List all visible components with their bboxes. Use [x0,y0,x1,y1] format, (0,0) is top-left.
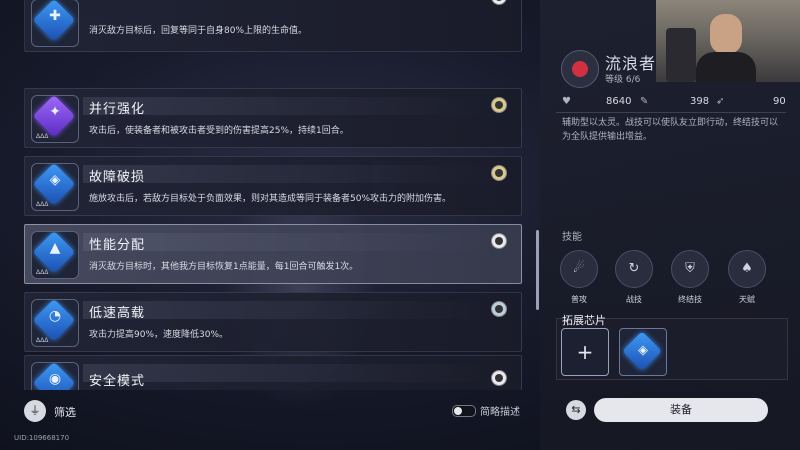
skill-ultimate[interactable]: ⛨ 终结技 [670,250,710,305]
chip-badge-icon [491,165,507,181]
chip-name: 并行强化 [89,102,146,117]
skill-battle-skill[interactable]: ↻ 战技 [614,250,654,305]
skill-talent[interactable]: ♠ 天赋 [727,250,767,305]
chip-blue-icon: ◈ ΔΔΔ [31,163,79,211]
hp-value: 8640 [606,96,632,107]
uid-text: UID:109668170 [14,434,70,442]
chip-desc: 攻击力提高90%，速度降低30%。 [89,330,229,340]
chip-card[interactable]: ◔ ΔΔΔ 低速高载 攻击力提高90%，速度降低30%。 [24,292,522,352]
brief-description-toggle[interactable] [452,405,476,417]
brief-description-label: 简略描述 [480,407,520,418]
filter-icon[interactable]: ⏚ [24,400,46,422]
chip-blue-icon: ✚ [31,0,79,47]
chip-badge-icon [491,0,507,5]
character-emblem-icon [561,50,599,88]
speed-icon: ➶ [716,96,725,107]
attack-value: 398 [690,96,710,107]
chip-name: 故障破损 [89,170,146,185]
chip-desc: 攻击后，使装备者和被攻击者受到的伤害提高25%，持续1回合。 [89,126,349,136]
battle-skill-icon: ↻ [615,250,653,288]
webcam-person-head [710,14,742,54]
webcam-overlay [656,0,800,82]
chip-blue-icon: ◈ [638,343,648,358]
webcam-person-body [696,52,756,82]
chip-blue-icon: ▲ ΔΔΔ [31,231,79,279]
equip-button[interactable]: 装备 [594,398,768,422]
talent-icon: ♠ [728,250,766,288]
character-level: 等级 6/6 [605,75,641,85]
chip-badge-icon [491,233,507,249]
chip-name: 性能分配 [89,238,146,253]
chip-badge-icon [491,301,507,317]
normal-attack-icon: ☄ [560,250,598,288]
chip-card[interactable]: ◉ 安全模式 [24,355,522,390]
chip-name: 低速高载 [89,306,146,321]
chip-blue-icon: ◉ [31,362,79,390]
chip-list-scrollbar[interactable] [536,230,539,310]
switch-character-icon[interactable]: ⇆ [566,400,586,420]
hp-icon: ♥ [562,96,571,107]
attack-icon: ✎ [640,96,649,107]
chip-card[interactable]: ✦ ΔΔΔ 并行强化 攻击后，使装备者和被攻击者受到的伤害提高25%，持续1回合。 [24,88,522,148]
filter-label[interactable]: 筛选 [54,404,76,420]
chip-blue-icon: ◔ ΔΔΔ [31,299,79,347]
skill-label: 普攻 [571,295,587,304]
chip-card-selected[interactable]: ▲ ΔΔΔ 性能分配 消灭敌方目标时，其他我方目标恢复1点能量，每1回合可触发1次… [24,224,522,284]
chip-desc: 消灭敌方目标后，回复等同于自身80%上限的生命值。 [89,26,308,36]
divider [556,112,786,113]
chip-card[interactable]: ✚ 消灭敌方目标后，回复等同于自身80%上限的生命值。 [24,0,522,52]
chip-name: 安全模式 [89,374,146,389]
skill-label: 战技 [626,295,642,304]
character-description: 辅助型以太灵。战技可以使队友立即行动，终结技可以为全队提供输出增益。 [562,118,779,142]
skill-normal-attack[interactable]: ☄ 普攻 [559,250,599,305]
chip-purple-icon: ✦ ΔΔΔ [31,95,79,143]
chip-badge-icon [491,97,507,113]
character-name: 流浪者 [605,54,657,73]
skills-title: 技能 [562,232,582,243]
extension-chip-title: 拓展芯片 [562,314,606,327]
chip-card[interactable]: ◈ ΔΔΔ 故障破损 施放攻击后，若敌方目标处于负面效果，则对其造成等同于装备者5… [24,156,522,216]
chip-list[interactable]: ✚ 消灭敌方目标后，回复等同于自身80%上限的生命值。 ✦ ΔΔΔ 并行强化 攻击… [0,0,530,390]
ultimate-icon: ⛨ [671,250,709,288]
webcam-chair [666,28,696,82]
speed-value: 90 [773,96,786,107]
chip-desc: 施放攻击后，若敌方目标处于负面效果，则对其造成等同于装备者50%攻击力的附加伤害… [89,194,452,204]
add-chip-slot-button[interactable]: + [561,328,609,376]
equipped-chip-slot[interactable]: ◈ [619,328,667,376]
chip-desc: 消灭敌方目标时，其他我方目标恢复1点能量，每1回合可触发1次。 [89,262,359,272]
skill-label: 天赋 [739,295,755,304]
skill-label: 终结技 [678,295,702,304]
chip-badge-icon [491,370,507,386]
